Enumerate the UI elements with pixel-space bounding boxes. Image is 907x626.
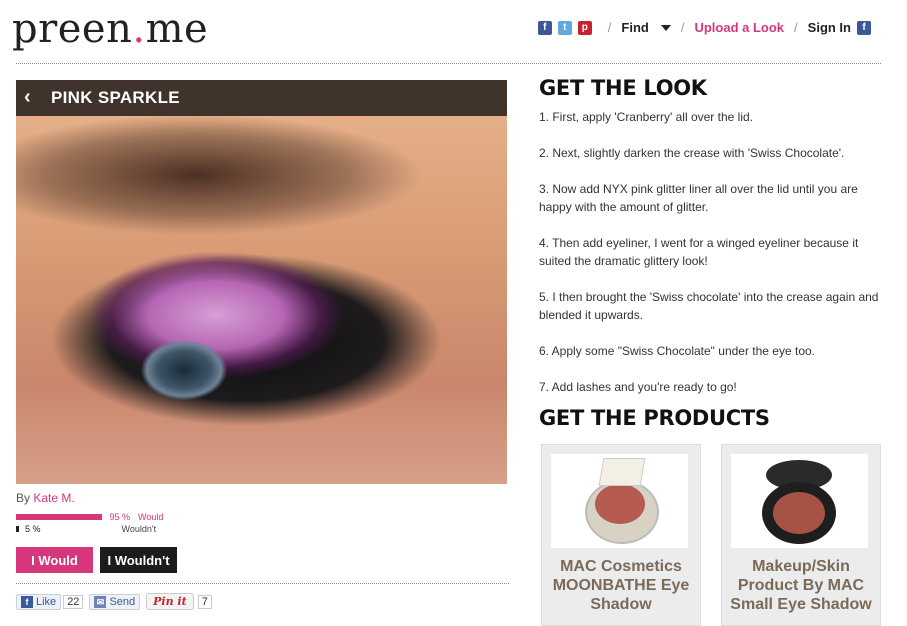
look-step: 3. Now add NYX pink glitter liner all ov… [539, 182, 858, 214]
product-card[interactable]: MAC Cosmetics MOONBATHE Eye Shadow [541, 444, 701, 626]
facebook-like-button[interactable]: f Like [16, 593, 62, 610]
facebook-send-button[interactable]: ✉ Send [89, 593, 141, 610]
chevron-down-icon [660, 24, 671, 31]
logo-dot: . [132, 6, 146, 52]
get-the-look-section: GET THE LOOK 1. First, apply 'Cranberry'… [539, 76, 884, 414]
like-label: Like [36, 595, 57, 608]
product-name: MAC Cosmetics MOONBATHE Eye Shadow [552, 558, 690, 613]
look-step: 4. Then add eyeliner, I went for a winge… [539, 236, 859, 268]
would-percentage: 95 % [109, 512, 130, 522]
pin-it-button[interactable]: Pin it [146, 593, 194, 610]
logo-text-preen: preen [12, 6, 133, 52]
look-photo [16, 80, 507, 484]
pinterest-icon[interactable]: p [577, 20, 592, 35]
would-label: Would [138, 512, 164, 522]
product-name: Makeup/Skin Product By MAC Small Eye Sha… [730, 558, 872, 613]
header-divider [16, 63, 881, 64]
would-vote-row: 95 % Would [16, 512, 163, 522]
social-share-bar: f Like 22 ✉ Send Pin it 7 [16, 593, 218, 610]
author-link[interactable]: Kate M. [33, 491, 74, 505]
look-steps: 1. First, apply 'Cranberry' all over the… [539, 108, 884, 396]
wouldnt-percentage: 5 % [25, 524, 41, 534]
nav-separator: / [680, 20, 685, 35]
top-navigation: f t p / Find / Upload a Look / Sign In f [537, 20, 877, 35]
find-label: Find [621, 20, 649, 35]
get-the-look-heading: GET THE LOOK [539, 76, 707, 100]
find-menu[interactable]: Find [621, 20, 671, 35]
look-step: 7. Add lashes and you're ready to go! [539, 380, 737, 394]
product-card[interactable]: Makeup/Skin Product By MAC Small Eye Sha… [721, 444, 881, 626]
twitter-icon[interactable]: t [557, 20, 572, 35]
nav-separator: / [607, 20, 612, 35]
send-label: Send [109, 595, 136, 608]
look-title: PINK SPARKLE [51, 88, 180, 107]
i-would-button[interactable]: I Would [16, 547, 93, 573]
sign-in-link[interactable]: Sign In [808, 20, 851, 35]
look-title-bar: ‹ PINK SPARKLE › [16, 80, 562, 178]
send-icon: ✉ [94, 595, 107, 608]
facebook-signin-icon[interactable]: f [857, 20, 871, 35]
facebook-icon[interactable]: f [537, 20, 552, 35]
would-percentage-bar [16, 514, 102, 520]
wouldnt-vote-row: 5 % Wouldn't [16, 524, 156, 534]
wouldnt-label: Wouldn't [121, 524, 157, 534]
like-count: 22 [63, 594, 84, 609]
logo-text-me: me [145, 6, 209, 52]
product-image [731, 454, 868, 548]
i-wouldnt-button[interactable]: I Wouldn't [100, 547, 177, 573]
product-image [551, 454, 688, 548]
byline: By Kate M. [16, 491, 75, 505]
social-divider [16, 583, 509, 584]
look-step: 1. First, apply 'Cranberry' all over the… [539, 110, 753, 124]
look-step: 5. I then brought the 'Swiss chocolate' … [539, 290, 879, 322]
previous-look-arrow-icon[interactable]: ‹ [24, 86, 31, 109]
look-step: 6. Apply some "Swiss Chocolate" under th… [539, 344, 816, 358]
look-step: 2. Next, slightly darken the crease with… [539, 146, 845, 160]
pin-count: 7 [197, 594, 212, 609]
nav-separator: / [794, 20, 798, 35]
wouldnt-percentage-bar [16, 526, 19, 532]
site-logo[interactable]: preen.me [12, 6, 208, 52]
upload-look-link[interactable]: Upload a Look [694, 20, 784, 35]
facebook-icon: f [21, 595, 33, 608]
by-label: By [16, 491, 31, 505]
get-the-products-heading: GET THE PRODUCTS [539, 406, 770, 430]
